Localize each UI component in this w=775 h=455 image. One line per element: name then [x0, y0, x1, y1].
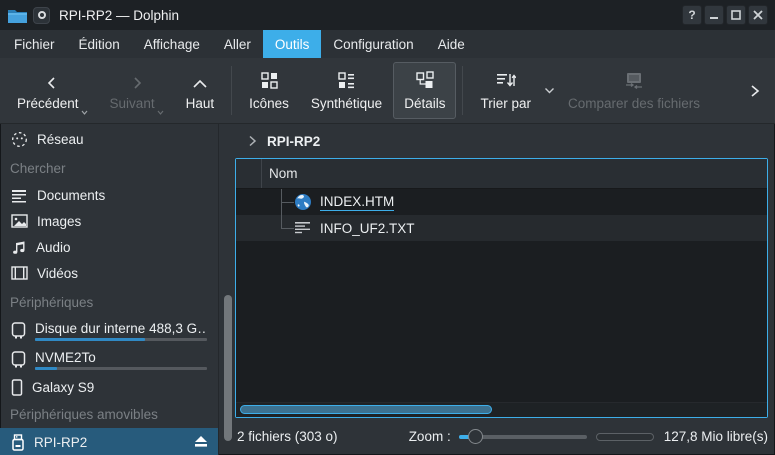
- sort-icon: [496, 72, 516, 90]
- breadcrumb: RPI-RP2: [235, 124, 775, 158]
- maximize-icon: [731, 10, 741, 20]
- toolbar-separator: [231, 66, 232, 115]
- folder-icon: [7, 7, 28, 24]
- chevron-up-icon: [192, 78, 208, 90]
- menu-outils[interactable]: Outils: [263, 30, 322, 58]
- column-header-row: Nom: [236, 159, 767, 189]
- toolbar-separator: [462, 66, 463, 115]
- volume-icon: [33, 7, 50, 24]
- chevron-right-icon: [130, 76, 144, 90]
- sidebar-item-images[interactable]: Images: [0, 208, 218, 234]
- icons-view-icon: [260, 71, 279, 90]
- column-header-nom[interactable]: Nom: [262, 166, 298, 181]
- compare-files-icon: [623, 71, 645, 90]
- statusbar: 2 fichiers (303 o) Zoom : 127,8 Mio libr…: [235, 418, 775, 455]
- chevron-left-icon: [45, 76, 59, 90]
- music-note-icon: [11, 239, 27, 255]
- sidebar-section-devices: Périphériques: [0, 286, 218, 316]
- menubar: Fichier Édition Affichage Aller Outils C…: [0, 30, 775, 58]
- breadcrumb-chevron-icon[interactable]: [248, 135, 257, 147]
- sidebar-item-rpi-rp2[interactable]: RPI-RP2: [0, 428, 218, 455]
- toolbar-overflow-chevron-icon[interactable]: [749, 84, 761, 98]
- tree-branch-line: [281, 202, 294, 203]
- chevron-down-icon: [157, 110, 164, 115]
- close-icon: [753, 10, 763, 20]
- html-file-globe-icon: [294, 193, 312, 211]
- compare-files-button[interactable]: Comparer des fichiers: [557, 62, 711, 119]
- sidebar-item-internal-disk[interactable]: Disque dur interne 488,3 G…: [0, 316, 218, 345]
- chevron-down-icon: [81, 110, 88, 115]
- eject-icon[interactable]: [193, 434, 209, 448]
- menu-configuration[interactable]: Configuration: [321, 30, 425, 58]
- back-button[interactable]: Précédent: [6, 62, 99, 119]
- compact-view-icon: [337, 71, 356, 90]
- menu-aller[interactable]: Aller: [212, 30, 263, 58]
- zoom-slider[interactable]: [459, 429, 587, 445]
- details-view-button[interactable]: Détails: [393, 62, 456, 119]
- image-icon: [11, 214, 28, 228]
- file-view: Nom INDEX.HTM: [235, 158, 768, 418]
- file-count-summary: 2 fichiers (303 o): [237, 429, 338, 444]
- file-name[interactable]: INDEX.HTM: [320, 194, 394, 211]
- help-button[interactable]: ?: [682, 5, 702, 25]
- free-space-bar: [596, 433, 654, 441]
- file-row-info-uf2-txt[interactable]: INFO_UF2.TXT: [236, 215, 767, 241]
- sidebar-section-removable: Périphériques amovibles: [0, 400, 218, 426]
- usb-drive-icon: [11, 434, 25, 451]
- details-view-icon: [415, 71, 435, 90]
- zoom-label: Zoom :: [409, 429, 451, 444]
- horizontal-scrollbar-thumb[interactable]: [240, 405, 492, 414]
- hard-drive-icon: [11, 351, 26, 368]
- titlebar[interactable]: RPI-RP2 — Dolphin ?: [0, 0, 775, 30]
- close-button[interactable]: [748, 5, 768, 25]
- disk-usage-bar: [35, 367, 207, 370]
- minimize-button[interactable]: [704, 5, 724, 25]
- view-empty-area: [236, 241, 767, 402]
- text-file-icon: [294, 220, 312, 236]
- main-view-container: RPI-RP2 Nom INDEX.HTM: [235, 124, 775, 455]
- menu-fichier[interactable]: Fichier: [2, 30, 67, 58]
- menu-edition[interactable]: Édition: [67, 30, 132, 58]
- tree-branch-line: [281, 215, 282, 228]
- film-icon: [11, 266, 28, 280]
- sidebar-item-network[interactable]: Réseau: [0, 126, 218, 152]
- sort-by-button[interactable]: Trier par: [469, 62, 542, 119]
- sidebar-item-documents[interactable]: Documents: [0, 182, 218, 208]
- breadcrumb-location[interactable]: RPI-RP2: [267, 134, 320, 149]
- phone-icon: [11, 379, 23, 396]
- horizontal-scrollbar[interactable]: [236, 402, 767, 417]
- panel-splitter[interactable]: [218, 124, 235, 455]
- hard-drive-icon: [11, 322, 26, 339]
- tree-branch-line: [281, 228, 294, 229]
- sidebar-section-search: Chercher: [0, 152, 218, 182]
- disk-usage-bar: [35, 338, 207, 341]
- maximize-button[interactable]: [726, 5, 746, 25]
- minimize-icon: [709, 10, 719, 20]
- document-icon: [11, 188, 28, 203]
- file-name[interactable]: INFO_UF2.TXT: [320, 221, 415, 236]
- expander-column: [236, 159, 262, 188]
- compact-view-button[interactable]: Synthétique: [300, 62, 393, 119]
- zoom-slider-handle[interactable]: [468, 429, 483, 444]
- sidebar-item-galaxy-s9[interactable]: Galaxy S9: [0, 374, 218, 400]
- network-icon: [11, 131, 28, 148]
- up-button[interactable]: Haut: [175, 62, 226, 119]
- forward-button[interactable]: Suivant: [99, 62, 175, 119]
- sidebar-item-nvme[interactable]: NVME2To: [0, 345, 218, 374]
- icons-view-button[interactable]: Icônes: [238, 62, 300, 119]
- window-title: RPI-RP2 — Dolphin: [59, 8, 179, 23]
- chevron-down-icon[interactable]: [544, 87, 555, 94]
- file-row-index-htm[interactable]: INDEX.HTM: [236, 189, 767, 215]
- menu-aide[interactable]: Aide: [426, 30, 477, 58]
- menu-affichage[interactable]: Affichage: [132, 30, 212, 58]
- sidebar-item-audio[interactable]: Audio: [0, 234, 218, 260]
- dolphin-window: RPI-RP2 — Dolphin ? Fichier Édition Affi…: [0, 0, 775, 455]
- free-space-label: 127,8 Mio libre(s): [664, 429, 768, 444]
- sidebar-item-videos[interactable]: Vidéos: [0, 260, 218, 286]
- toolbar: Précédent Suivant Haut Icônes: [0, 58, 775, 124]
- places-panel: Réseau Chercher Documents Images: [0, 124, 218, 455]
